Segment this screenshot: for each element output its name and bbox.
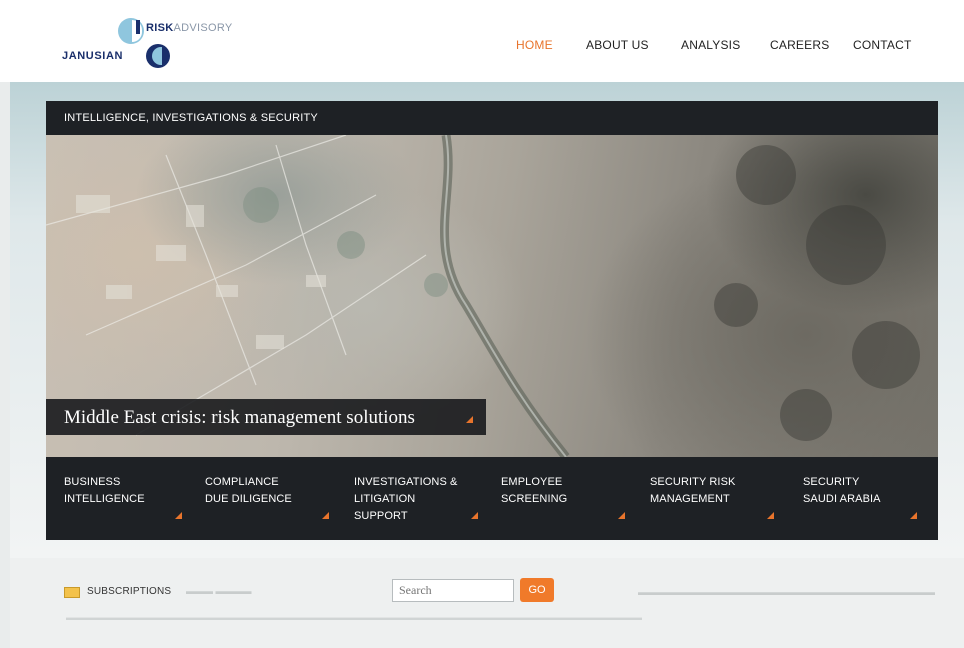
panel-title: INTELLIGENCE, INVESTIGATIONS & SECURITY [64, 112, 318, 124]
service-arrow-icon [618, 512, 625, 519]
subscription-links-faded[interactable]: ▬▬▬ ▬▬▬▬ [186, 586, 252, 596]
service-business-intelligence[interactable]: BUSINESS INTELLIGENCE [64, 457, 194, 540]
search-go-button[interactable]: GO [520, 578, 554, 602]
service-arrow-icon [471, 512, 478, 519]
service-label: EMPLOYEE SCREENING [501, 476, 568, 505]
hero-caption-text: Middle East crisis: risk management solu… [64, 407, 415, 428]
logo-wordmark-risk-advisory: RISKADVISORY [146, 22, 233, 34]
service-employee-screening[interactable]: EMPLOYEE SCREENING [501, 457, 631, 540]
service-label: INVESTIGATIONS & LITIGATION SUPPORT [354, 476, 458, 522]
panel-header: INTELLIGENCE, INVESTIGATIONS & SECURITY [46, 101, 938, 135]
service-arrow-icon [767, 512, 774, 519]
nav-careers[interactable]: CAREERS [770, 38, 829, 52]
service-security-risk-management[interactable]: SECURITY RISK MANAGEMENT [650, 457, 780, 540]
site-footer [10, 558, 964, 648]
nav-contact[interactable]: CONTACT [853, 38, 912, 52]
service-investigations-litigation[interactable]: INVESTIGATIONS & LITIGATION SUPPORT [354, 457, 484, 540]
hero-satellite-image[interactable]: Middle East crisis: risk management solu… [46, 135, 938, 457]
hero-caption-link[interactable]: Middle East crisis: risk management solu… [46, 399, 486, 435]
nav-analysis[interactable]: ANALYSIS [681, 38, 740, 52]
nav-about-us[interactable]: ABOUT US [586, 38, 649, 52]
footer-faded-links[interactable]: ▬▬▬▬▬▬▬▬▬▬▬▬▬▬▬▬▬▬▬▬▬▬▬▬▬▬▬▬▬▬▬▬▬ [638, 587, 935, 597]
logo-bar-icon [136, 20, 140, 34]
service-arrow-icon [910, 512, 917, 519]
site-header: RISKADVISORY JANUSIAN HOME ABOUT US ANAL… [0, 0, 964, 82]
service-compliance-due-diligence[interactable]: COMPLIANCE DUE DILIGENCE [205, 457, 335, 540]
service-label: SECURITY SAUDI ARABIA [803, 476, 881, 505]
service-arrow-icon [175, 512, 182, 519]
logo-risk-text: RISK [146, 22, 174, 34]
search-input[interactable] [392, 579, 514, 602]
subscriptions-link[interactable]: SUBSCRIPTIONS [87, 586, 171, 597]
service-arrow-icon [322, 512, 329, 519]
main-nav: HOME ABOUT US ANALYSIS CAREERS CONTACT [0, 38, 964, 54]
service-label: COMPLIANCE DUE DILIGENCE [205, 476, 292, 505]
logo-advisory-text: ADVISORY [173, 22, 233, 34]
services-bar: BUSINESS INTELLIGENCE COMPLIANCE DUE DIL… [46, 457, 938, 540]
service-label: SECURITY RISK MANAGEMENT [650, 476, 736, 505]
nav-home[interactable]: HOME [516, 38, 553, 52]
service-label: BUSINESS INTELLIGENCE [64, 476, 145, 505]
envelope-icon[interactable] [64, 587, 80, 598]
caption-arrow-icon [466, 416, 473, 423]
footer-faded-legal: ▬▬▬▬▬▬▬▬▬▬▬▬▬▬▬▬▬▬▬▬▬▬▬▬▬▬▬▬▬▬▬▬▬▬▬▬▬▬▬▬… [66, 613, 642, 622]
service-security-saudi-arabia[interactable]: SECURITY SAUDI ARABIA [803, 457, 933, 540]
